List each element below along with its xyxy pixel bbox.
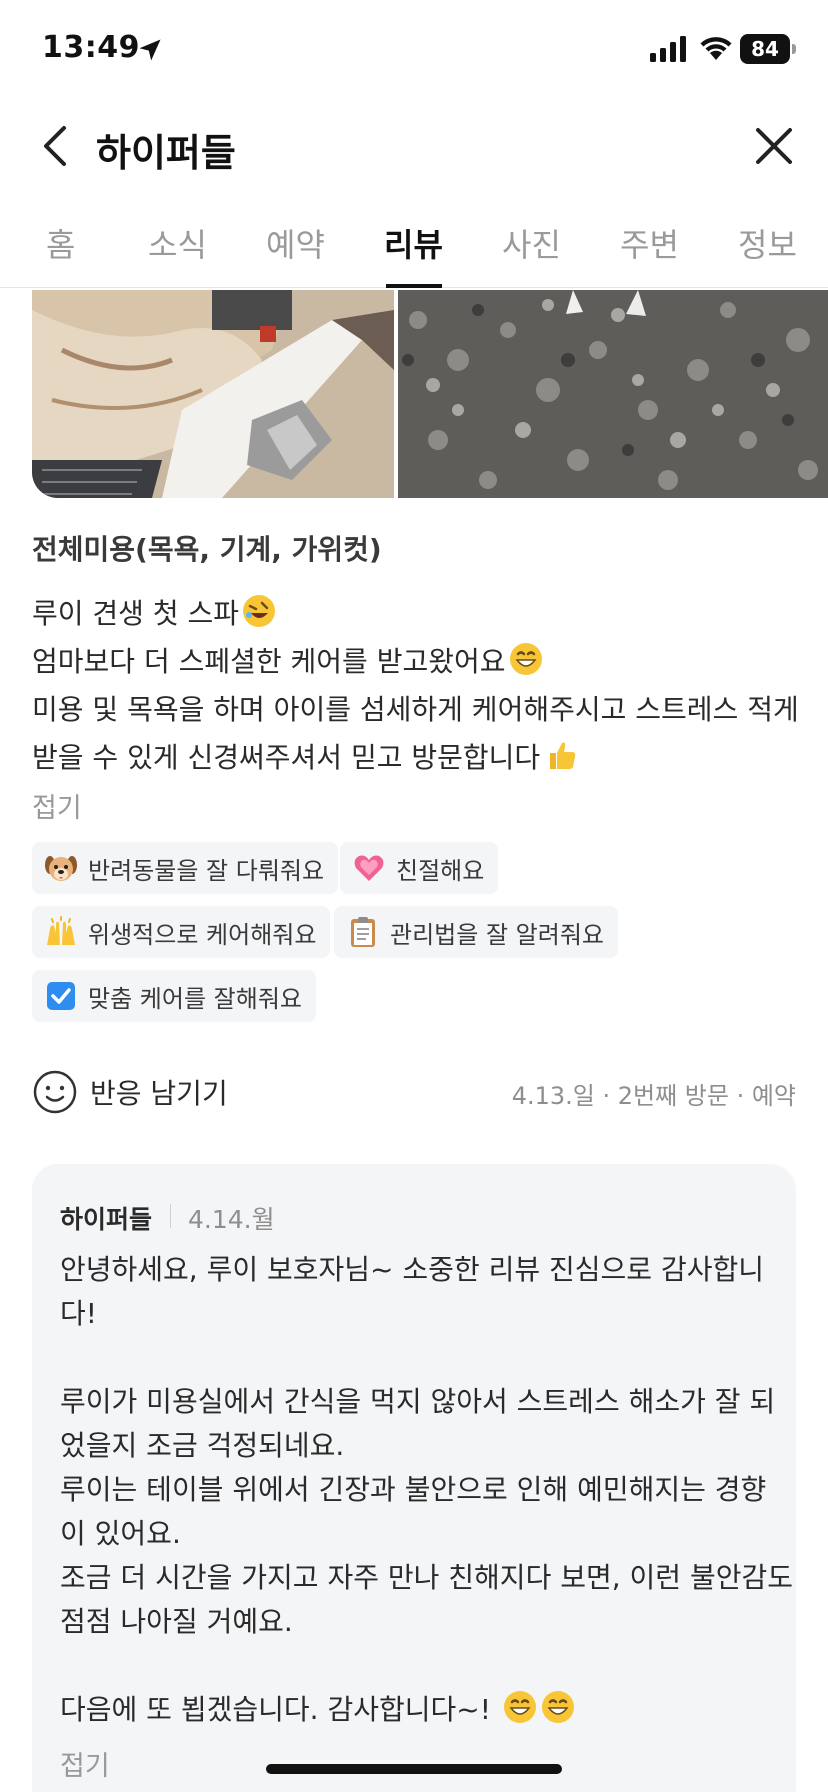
raised-hands-icon (47, 916, 75, 945)
keyword-label: 위생적으로 케어해줘요 (88, 920, 317, 949)
keyword-chip: 친절해요 (340, 842, 499, 894)
grinning-face-emoji-icon (503, 1691, 536, 1723)
close-icon[interactable] (752, 124, 796, 168)
reply-separator (170, 1204, 171, 1228)
reply-line: 루이가 미용실에서 간식을 먹지 않아서 스트레스 해소가 잘 되 (60, 1385, 776, 1418)
review-text: 루이 견생 첫 스파 엄마보다 더 스페셜한 케어를 받고왔어요 미용 및 목욕… (32, 590, 802, 782)
reply-text: 안녕하세요, 루이 보호자님~ 소중한 리뷰 진심으로 감사합니 다! 루이가 … (60, 1248, 794, 1732)
review-line: 미용 및 목욕을 하며 아이를 섬세하게 케어해주시고 스트레스 적게 (32, 693, 799, 726)
reply-line: 점점 나아질 거예요. (60, 1605, 293, 1638)
tab-photos[interactable]: 사진 (502, 220, 561, 266)
tab-news[interactable]: 소식 (148, 220, 207, 266)
active-tab-indicator (386, 284, 442, 288)
keyword-chip: 맞춤 케어를 잘해줘요 (32, 970, 316, 1022)
battery-level: 84 (740, 34, 790, 64)
reply-line: 루이는 테이블 위에서 긴장과 불안으로 인해 예민해지는 경향 (60, 1473, 767, 1506)
review-line: 엄마보다 더 스페셜한 케어를 받고왔어요 (32, 638, 802, 686)
reply-line: 다! (60, 1297, 97, 1330)
review-fold-link[interactable]: 접기 (32, 786, 82, 825)
tab-booking[interactable]: 예약 (266, 220, 325, 266)
grinning-face-emoji-icon (541, 1691, 574, 1723)
wifi-icon (700, 37, 732, 60)
clipboard-icon (351, 917, 375, 947)
leave-reaction-button[interactable]: 반응 남기기 (32, 1066, 228, 1118)
check-box-icon (47, 982, 75, 1010)
keyword-label: 친절해요 (396, 856, 485, 885)
service-title: 전체미용(목욕, 기계, 가위컷) (32, 533, 382, 566)
review-photo-gravel[interactable] (398, 290, 828, 498)
gravel-photo-image (398, 290, 828, 498)
reply-line (60, 1336, 780, 1380)
smile-icon (33, 1070, 77, 1114)
tab-home[interactable]: 홈 (46, 220, 75, 266)
thumbs-up-emoji-icon (550, 742, 576, 769)
review-line: 루이 견생 첫 스파 (32, 590, 802, 638)
tab-reviews[interactable]: 리뷰 (384, 220, 443, 266)
keyword-chip: 관리법을 잘 알려줘요 (334, 906, 618, 958)
reply-date: 4.14.월 (188, 1205, 275, 1234)
reply-line: 다음에 또 뵙겠습니다. 감사합니다~! (60, 1688, 780, 1732)
reply-author: 하이퍼들 (60, 1205, 153, 1234)
status-time: 13:49 (42, 30, 140, 65)
cellular-signal-icon (650, 36, 686, 62)
growing-heart-icon (354, 855, 384, 881)
reply-line: 었을지 조금 걱정되네요. (60, 1429, 345, 1462)
home-indicator[interactable] (266, 1764, 562, 1774)
dog-face-icon (45, 856, 77, 881)
battery-indicator: 84 (740, 34, 796, 64)
reaction-label: 반응 남기기 (90, 1077, 228, 1110)
tab-info[interactable]: 정보 (738, 220, 797, 266)
tab-bar: 홈 소식 예약 리뷰 사진 주변 정보 (0, 200, 828, 288)
owner-reply: 하이퍼들 4.14.월 안녕하세요, 루이 보호자님~ 소중한 리뷰 진심으로 … (32, 1164, 796, 1792)
tab-nearby[interactable]: 주변 (620, 220, 679, 266)
reply-line: 안녕하세요, 루이 보호자님~ 소중한 리뷰 진심으로 감사합니 (60, 1253, 765, 1286)
keyword-chip: 반려동물을 잘 다뤄줘요 (32, 842, 339, 894)
status-bar: 13:49 84 (0, 0, 828, 100)
page-title: 하이퍼들 (96, 131, 236, 175)
reply-fold-link[interactable]: 접기 (60, 1744, 110, 1783)
grooming-photo-image (32, 290, 394, 498)
reply-line: 이 있어요. (60, 1517, 181, 1550)
reply-line (60, 1644, 780, 1688)
reply-line: 조금 더 시간을 가지고 자주 만나 친해지다 보면, 이런 불안감도 (60, 1561, 794, 1594)
grinning-face-emoji-icon (509, 643, 542, 675)
keyword-label: 맞춤 케어를 잘해줘요 (88, 984, 302, 1013)
battery-tip (792, 44, 796, 54)
visit-meta: 4.13.일 · 2번째 방문 · 예약 (511, 1082, 796, 1110)
back-chevron-icon[interactable] (36, 122, 76, 170)
location-arrow-icon (139, 39, 161, 61)
keyword-label: 반려동물을 잘 다뤄줘요 (88, 856, 325, 885)
rolling-laughing-emoji-icon (243, 595, 276, 627)
keyword-chip: 위생적으로 케어해줘요 (32, 906, 331, 958)
keyword-label: 관리법을 잘 알려줘요 (390, 920, 604, 949)
review-line: 받을 수 있게 신경써주셔서 믿고 방문합니다 (32, 734, 802, 782)
review-photo-grooming[interactable] (32, 290, 394, 498)
place-header: 하이퍼들 (0, 100, 828, 192)
